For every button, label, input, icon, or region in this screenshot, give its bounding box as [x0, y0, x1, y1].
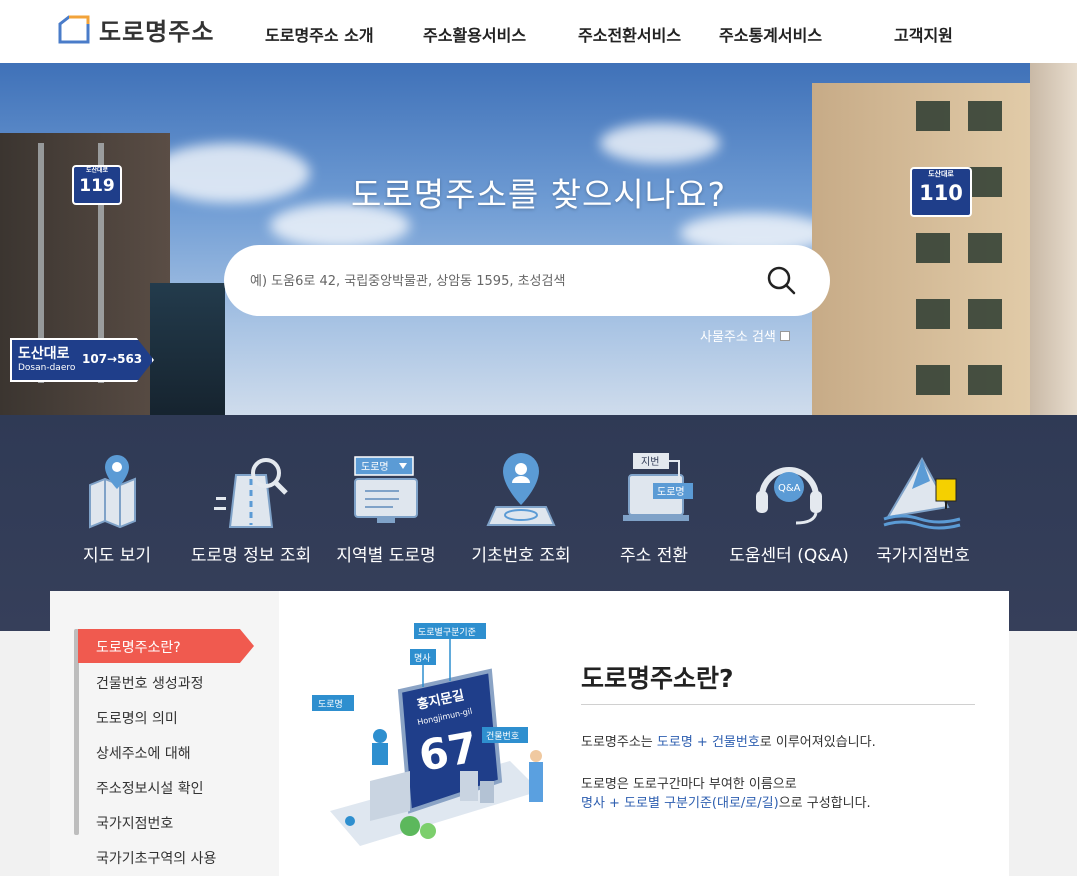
quick-label: 국가지점번호: [876, 546, 970, 566]
object-address-search-toggle[interactable]: 사물주소 검색: [700, 326, 790, 345]
quick-road-info[interactable]: 도로명 정보 조회: [181, 445, 321, 566]
quick-label: 지도 보기: [83, 546, 151, 566]
map-icon: [72, 445, 162, 535]
nav-intro[interactable]: 도로명주소 소개: [265, 22, 374, 46]
content-paragraph-2-line-2: 명사 + 도로별 구분기준(대로/로/길)으로 구성합니다.: [581, 796, 871, 811]
quick-label: 도움센터 (Q&A): [729, 546, 849, 566]
title-divider: [581, 704, 975, 705]
nav-statistics-service[interactable]: 주소통계서비스: [719, 22, 822, 46]
region-road-icon: 도로명: [341, 445, 431, 535]
object-address-checkbox[interactable]: [779, 330, 790, 341]
content-panel: 도로명주소란? 건물번호 생성과정 도로명의 의미 상세주소에 대해 주소정보시…: [50, 591, 1009, 876]
site-header: 도로명주소 도로명주소 소개 주소활용서비스 주소전환서비스 주소통계서비스 고…: [0, 0, 1077, 64]
search-icon: [767, 266, 796, 295]
road-address-illustration: 홍지문길 Hongjimun-gil 67 도로별구분기준 명사 도로명 건물번…: [310, 621, 550, 851]
sidebar-item-detail-address[interactable]: 상세주소에 대해: [96, 743, 191, 763]
sidebar-item-address-facility[interactable]: 주소정보시설 확인: [96, 778, 204, 798]
building-right: [812, 83, 1037, 415]
svg-text:Q&A: Q&A: [778, 483, 801, 494]
svg-text:도로명: 도로명: [318, 699, 343, 710]
location-pin-icon: [476, 445, 566, 535]
hero-title: 도로명주소를 찾으시나요?: [351, 175, 726, 214]
quick-address-convert[interactable]: 지번 도로명 주소 전환: [584, 445, 724, 566]
mountain-sign-icon: [878, 445, 968, 535]
sidebar-item-basic-zone[interactable]: 국가기초구역의 사용: [96, 848, 216, 868]
object-address-search-label: 사물주소 검색: [700, 330, 776, 345]
quick-national-point[interactable]: 국가지점번호: [853, 445, 993, 566]
search-input[interactable]: [248, 265, 752, 297]
content-paragraph-1: 도로명주소는 도로명 + 건물번호로 이루어져있습니다.: [581, 735, 876, 750]
sidebar-item-what-is-road-address[interactable]: 도로명주소란?: [78, 629, 254, 663]
svg-text:도로명: 도로명: [657, 486, 685, 498]
quick-base-number[interactable]: 기초번호 조회: [451, 445, 591, 566]
address-convert-icon: 지번 도로명: [609, 445, 699, 535]
nav-convert-service[interactable]: 주소전환서비스: [578, 22, 681, 46]
svg-text:지번: 지번: [641, 456, 659, 468]
svg-text:건물번호: 건물번호: [486, 731, 519, 742]
quick-label: 주소 전환: [620, 546, 688, 566]
sidebar-item-road-name-meaning[interactable]: 도로명의 의미: [96, 708, 178, 728]
building-far-right: [1030, 63, 1077, 415]
logo-text: 도로명주소: [99, 17, 215, 46]
svg-text:도로별구분기준: 도로별구분기준: [418, 627, 476, 638]
nav-customer-support[interactable]: 고객지원: [894, 22, 953, 46]
svg-text:도로명: 도로명: [361, 461, 389, 473]
content-paragraph-2-line-1: 도로명은 도로구간마다 부여한 이름으로: [581, 777, 797, 792]
nav-usage-service[interactable]: 주소활용서비스: [423, 22, 526, 46]
quick-label: 도로명 정보 조회: [190, 546, 312, 566]
quick-label: 지역별 도로명: [336, 546, 436, 566]
svg-text:명사: 명사: [414, 653, 431, 664]
sidebar-item-building-number[interactable]: 건물번호 생성과정: [96, 673, 204, 693]
quick-regional-road[interactable]: 도로명 지역별 도로명: [316, 445, 456, 566]
quick-label: 기초번호 조회: [471, 546, 571, 566]
sidebar-item-label: 도로명주소란?: [96, 640, 181, 656]
building-left-glass: [150, 283, 225, 415]
address-search-box: [224, 245, 830, 316]
road-search-icon: [206, 445, 296, 535]
hero-banner: 도산대로 119 도산대로 110 도산대로 Dosan-daero 107→5…: [0, 63, 1077, 415]
headset-icon: Q&A: [744, 445, 834, 535]
road-name-sign: 도산대로 Dosan-daero 107→563: [10, 338, 154, 382]
search-button[interactable]: [766, 265, 798, 297]
content-title: 도로명주소란?: [581, 664, 734, 693]
intro-sidebar: 도로명주소란? 건물번호 생성과정 도로명의 의미 상세주소에 대해 주소정보시…: [50, 591, 279, 876]
site-logo[interactable]: 도로명주소: [57, 12, 214, 46]
quick-map-view[interactable]: 지도 보기: [47, 445, 187, 566]
logo-house-icon: [57, 14, 91, 44]
sidebar-item-national-point[interactable]: 국가지점번호: [96, 813, 173, 833]
quick-help-center[interactable]: Q&A 도움센터 (Q&A): [719, 445, 859, 566]
cloud: [600, 123, 720, 163]
